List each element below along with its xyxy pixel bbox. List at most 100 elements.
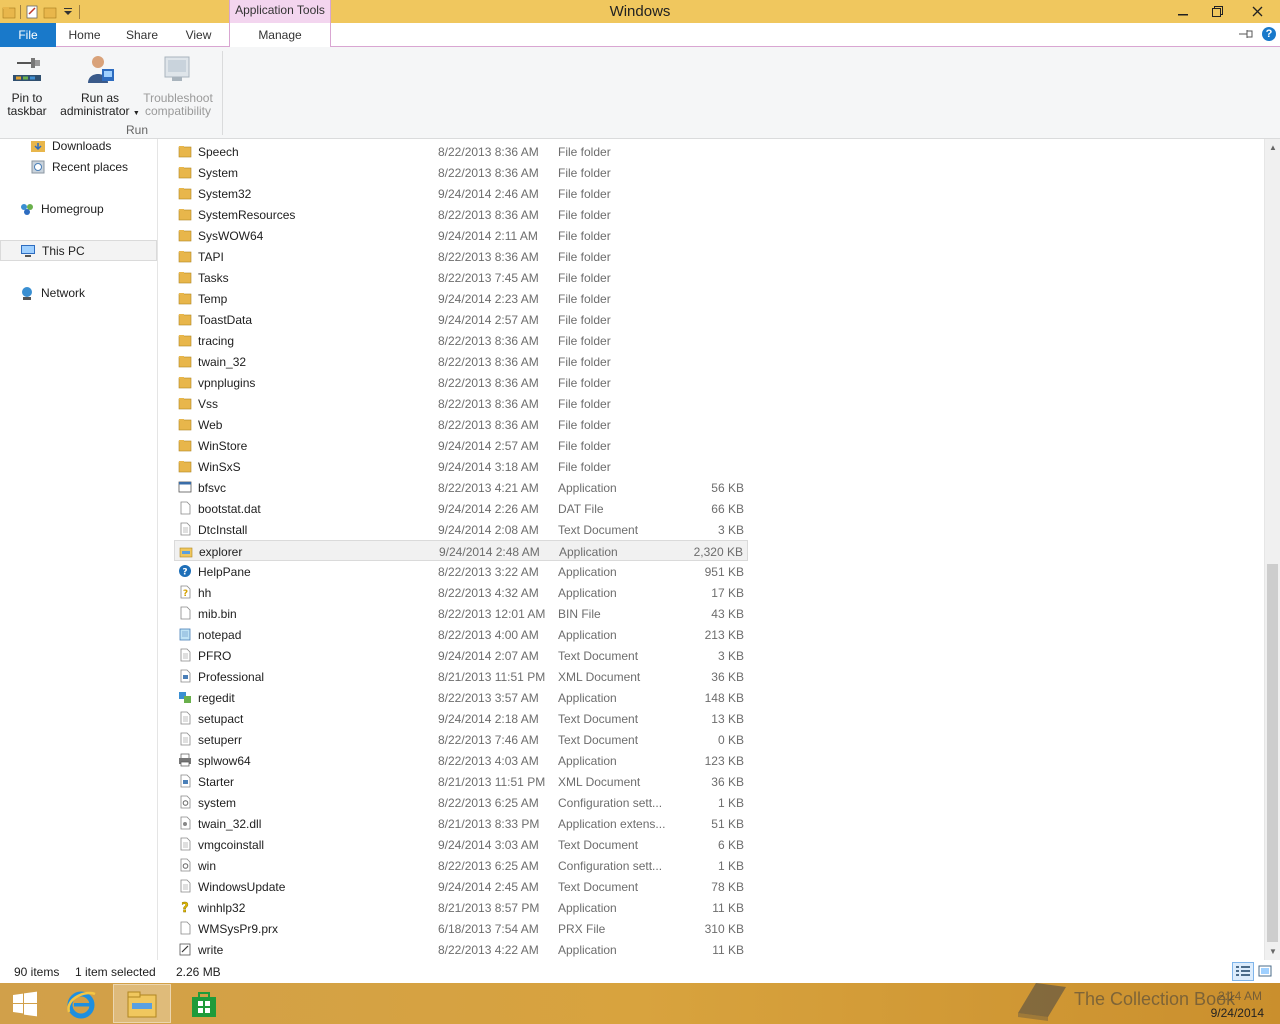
run-as-administrator-button[interactable]: Run as administrator ▼	[60, 53, 140, 120]
file-row[interactable]: tracing 8/22/2013 8:36 AM File folder	[174, 330, 748, 351]
file-row[interactable]: Vss 8/22/2013 8:36 AM File folder	[174, 393, 748, 414]
tab-view[interactable]: View	[171, 23, 226, 47]
file-row[interactable]: Speech 8/22/2013 8:36 AM File folder	[174, 141, 748, 162]
vertical-scrollbar[interactable]: ▲ ▼	[1264, 139, 1280, 960]
taskbar-store[interactable]	[175, 984, 233, 1023]
file-row[interactable]: ? hh 8/22/2013 4:32 AM Application 17 KB	[174, 582, 748, 603]
nav-item-this-pc[interactable]: This PC	[0, 240, 157, 261]
dll-file-icon	[180, 816, 191, 830]
svg-text:?: ?	[183, 589, 188, 599]
file-row[interactable]: Tasks 8/22/2013 7:45 AM File folder	[174, 267, 748, 288]
file-type: Application	[558, 943, 617, 957]
text-file-icon	[180, 837, 191, 851]
scroll-up-arrow-icon[interactable]: ▲	[1265, 139, 1280, 156]
tab-home[interactable]: Home	[56, 23, 113, 47]
file-date-modified: 8/22/2013 12:01 AM	[438, 607, 546, 621]
item-count: 90 items	[14, 965, 60, 979]
file-row[interactable]: ? winhlp32 8/21/2013 8:57 PM Application 11 …	[174, 897, 748, 918]
file-row[interactable]: regedit 8/22/2013 3:57 AM Application 148 K…	[174, 687, 748, 708]
pin-to-taskbar-button[interactable]: Pin to taskbar	[2, 53, 52, 118]
restore-button[interactable]	[1200, 0, 1234, 22]
file-row[interactable]: WinSxS 9/24/2014 3:18 AM File folder	[174, 456, 748, 477]
file-row[interactable]: splwow64 8/22/2013 4:03 AM Application 123 …	[174, 750, 748, 771]
start-button[interactable]	[0, 984, 50, 1023]
file-date-modified: 8/21/2013 8:33 PM	[438, 817, 540, 831]
file-row[interactable]: setupact 9/24/2014 2:18 AM Text Document 13…	[174, 708, 748, 729]
help-icon[interactable]: ?	[1262, 27, 1276, 41]
file-type: Application	[558, 586, 617, 600]
file-row[interactable]: ? HelpPane 8/22/2013 3:22 AM Application 951…	[174, 561, 748, 582]
file-row[interactable]: twain_32.dll 8/21/2013 8:33 PM Application…	[174, 813, 748, 834]
tab-share[interactable]: Share	[113, 23, 171, 47]
nav-item-downloads[interactable]: Downloads	[0, 135, 157, 156]
file-date-modified: 8/22/2013 8:36 AM	[438, 250, 539, 264]
file-name: Tasks	[198, 271, 229, 285]
minimize-button[interactable]	[1166, 0, 1200, 22]
file-row[interactable]: win 8/22/2013 6:25 AM Configuration sett..…	[174, 855, 748, 876]
file-row[interactable]: Temp 9/24/2014 2:23 AM File folder	[174, 288, 748, 309]
file-date-modified: 9/24/2014 2:07 AM	[438, 649, 539, 663]
file-row[interactable]: SysWOW64 9/24/2014 2:11 AM File folder	[174, 225, 748, 246]
nav-item-recent-places[interactable]: Recent places	[0, 156, 157, 177]
nav-item-homegroup[interactable]: Homegroup	[0, 198, 157, 219]
tab-file[interactable]: File	[0, 23, 56, 47]
file-row[interactable]: ToastData 9/24/2014 2:57 AM File folder	[174, 309, 748, 330]
file-row[interactable]: WinStore 9/24/2014 2:57 AM File folder	[174, 435, 748, 456]
file-date-modified: 8/21/2013 11:51 PM	[438, 670, 546, 684]
file-row[interactable]: TAPI 8/22/2013 8:36 AM File folder	[174, 246, 748, 267]
folder-app-icon	[2, 7, 16, 19]
file-row[interactable]: bfsvc 8/22/2013 4:21 AM Application 56 KB	[174, 477, 748, 498]
file-name: WinStore	[198, 439, 248, 453]
explorer-icon	[179, 547, 193, 558]
new-folder-icon[interactable]	[43, 5, 57, 19]
scroll-thumb[interactable]	[1267, 564, 1278, 942]
file-row[interactable]: Starter 8/21/2013 11:51 PM XML Document 36 …	[174, 771, 748, 792]
file-row[interactable]: setuperr 8/22/2013 7:46 AM Text Document 0 …	[174, 729, 748, 750]
file-row[interactable]: explorer 9/24/2014 2:48 AM Application 2,32…	[174, 540, 748, 561]
file-size: 2,320 KB	[693, 545, 743, 559]
file-row[interactable]: WMSysPr9.prx 6/18/2013 7:54 AM PRX File 310…	[174, 918, 748, 939]
folder-icon	[178, 314, 192, 326]
file-row[interactable]: vmgcoinstall 9/24/2014 3:03 AM Text Docume…	[174, 834, 748, 855]
file-date-modified: 8/22/2013 8:36 AM	[438, 166, 539, 180]
file-type: Configuration sett...	[558, 796, 663, 810]
scroll-down-arrow-icon[interactable]: ▼	[1265, 943, 1280, 960]
customize-qat-icon[interactable]	[61, 5, 75, 19]
properties-icon[interactable]	[25, 5, 39, 19]
file-row[interactable]: vpnplugins 8/22/2013 8:36 AM File folder	[174, 372, 748, 393]
file-row[interactable]: SystemResources 8/22/2013 8:36 AM File fol…	[174, 204, 748, 225]
file-row[interactable]: Web 8/22/2013 8:36 AM File folder	[174, 414, 748, 435]
large-icons-view-button[interactable]	[1257, 963, 1273, 980]
file-name: PFRO	[198, 649, 232, 663]
file-row[interactable]: notepad 8/22/2013 4:00 AM Application 213 K…	[174, 624, 748, 645]
close-button[interactable]	[1234, 0, 1280, 22]
file-row[interactable]: write 8/22/2013 4:22 AM Application 11 KB	[174, 939, 748, 960]
file-name: winhlp32	[198, 901, 246, 915]
dropdown-arrow-icon: ▼	[132, 110, 140, 117]
taskbar-internet-explorer[interactable]	[52, 984, 110, 1023]
file-date-modified: 6/18/2013 7:54 AM	[438, 922, 539, 936]
file-row[interactable]: mib.bin 8/22/2013 12:01 AM BIN File 43 KB	[174, 603, 748, 624]
large-icons-view-icon	[1258, 965, 1272, 977]
file-row[interactable]: DtcInstall 9/24/2014 2:08 AM Text Document…	[174, 519, 748, 540]
clock-date[interactable]: 9/24/2014	[1211, 1006, 1264, 1020]
file-row[interactable]: System32 9/24/2014 2:46 AM File folder	[174, 183, 748, 204]
file-name: splwow64	[198, 754, 251, 768]
file-row[interactable]: Professional 8/21/2013 11:51 PM XML Docume…	[174, 666, 748, 687]
file-row[interactable]: twain_32 8/22/2013 8:36 AM File folder	[174, 351, 748, 372]
file-row[interactable]: system 8/22/2013 6:25 AM Configuration set…	[174, 792, 748, 813]
file-row[interactable]: WindowsUpdate 9/24/2014 2:45 AM Text Docum…	[174, 876, 748, 897]
file-name: Temp	[198, 292, 228, 306]
file-name: system	[198, 796, 237, 810]
nav-item-network[interactable]: Network	[0, 282, 157, 303]
details-view-button[interactable]	[1232, 962, 1254, 981]
taskbar-file-explorer[interactable]	[113, 984, 171, 1023]
file-row[interactable]: bootstat.dat 9/24/2014 2:26 AM DAT File 66 …	[174, 498, 748, 519]
clock-time[interactable]: 2:14 AM	[1218, 989, 1262, 1003]
tab-manage[interactable]: Manage	[229, 23, 331, 48]
file-type: Text Document	[558, 712, 639, 726]
file-row[interactable]: System 8/22/2013 8:36 AM File folder	[174, 162, 748, 183]
pin-ribbon-icon[interactable]	[1238, 28, 1254, 40]
recent-places-icon	[31, 160, 45, 173]
file-row[interactable]: PFRO 9/24/2014 2:07 AM Text Document 3 KB	[174, 645, 748, 666]
